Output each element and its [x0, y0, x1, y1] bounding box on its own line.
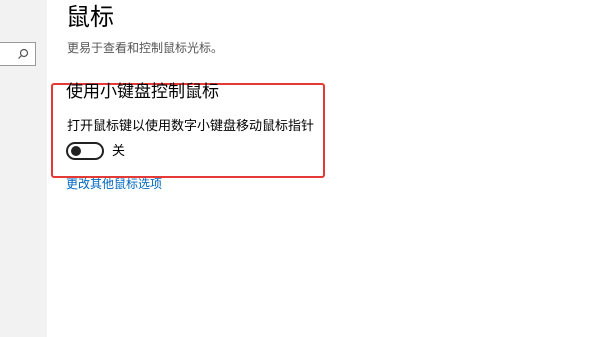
settings-main: 鼠标 更易于查看和控制鼠标光标。 使用小键盘控制鼠标 打开鼠标键以使用数字小键盘… — [47, 0, 600, 337]
search-icon[interactable] — [17, 48, 29, 60]
mouse-keys-setting-label: 打开鼠标键以使用数字小键盘移动鼠标指针 — [67, 119, 315, 134]
toggle-knob — [71, 146, 81, 156]
page-subtitle: 更易于查看和控制鼠标光标。 — [67, 41, 224, 55]
section-heading-numpad: 使用小键盘控制鼠标 — [66, 82, 219, 102]
mouse-keys-toggle[interactable] — [66, 142, 104, 160]
other-mouse-options-link[interactable]: 更改其他鼠标选项 — [66, 176, 162, 192]
toggle-state-label: 关 — [112, 144, 126, 159]
page-title: 鼠标 — [66, 3, 114, 31]
search-input[interactable] — [0, 42, 36, 66]
settings-sidebar — [0, 0, 47, 337]
